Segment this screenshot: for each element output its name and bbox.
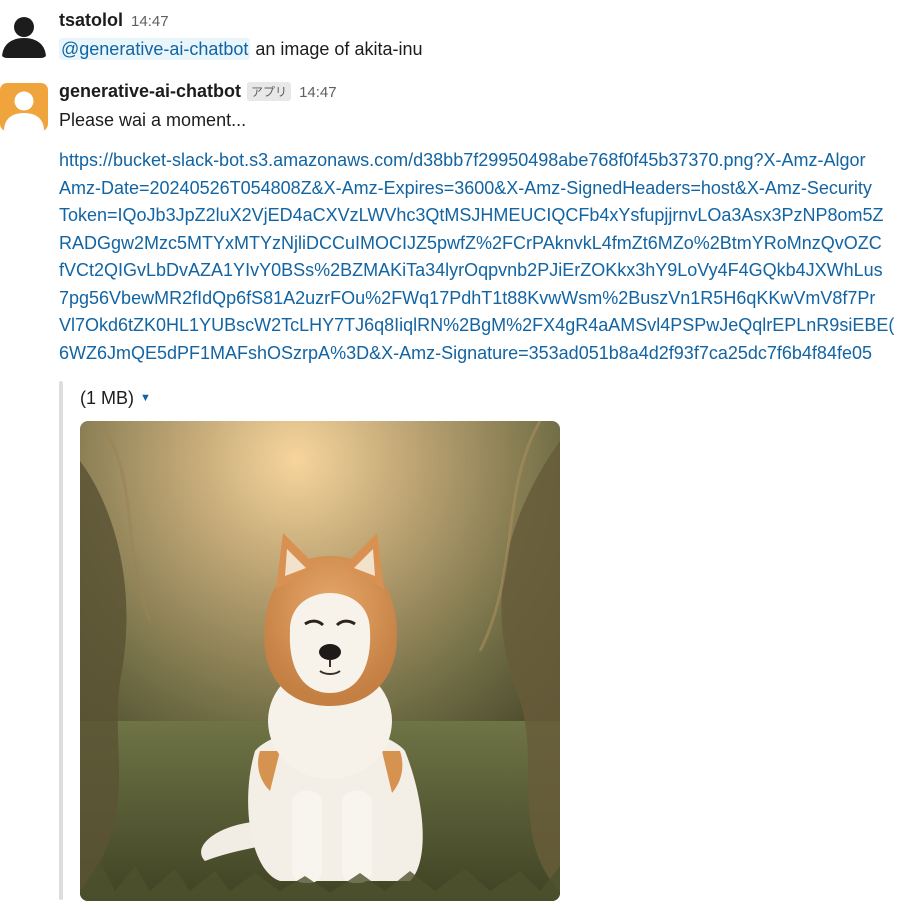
timestamp[interactable]: 14:47: [299, 84, 337, 101]
message-header: generative-ai-chatbot アプリ 14:47: [59, 81, 337, 102]
url-line[interactable]: 6WZ6JmQE5dPF1MAFshOSzrpA%3D&X-Amz-Signat…: [59, 340, 897, 368]
url-line[interactable]: Amz-Date=20240526T054808Z&X-Amz-Expires=…: [59, 175, 897, 203]
app-badge: アプリ: [247, 82, 292, 101]
message-text: Please wai a moment...: [59, 110, 247, 130]
url-line[interactable]: 7pg56VbewMR2fIdQp6fS81A2uzrFOu%2FWq17Pdh…: [59, 285, 897, 313]
message-text: @generative-ai-chatbot an image of akita…: [59, 36, 422, 62]
bot-avatar[interactable]: [0, 83, 48, 131]
attachment-image[interactable]: [80, 421, 560, 901]
author-name[interactable]: generative-ai-chatbot: [59, 81, 241, 102]
url-line[interactable]: RADGgw2Mzc5MTYxMTYzNjliDCCuIMOCIJZ5pwfZ%…: [59, 230, 897, 258]
person-silhouette-icon: [0, 10, 48, 58]
timestamp[interactable]: 14:47: [131, 13, 169, 30]
file-size-label: (1 MB): [80, 388, 134, 408]
caret-down-icon[interactable]: ▼: [140, 392, 151, 404]
url-line[interactable]: Token=IQoJb3JpZ2luX2VjED4aCXVzLWVhc3QtMS…: [59, 202, 897, 230]
message-body: an image of akita-inu: [250, 39, 423, 59]
mention-link[interactable]: @generative-ai-chatbot: [59, 38, 251, 60]
signed-url-link[interactable]: https://bucket-slack-bot.s3.amazonaws.co…: [59, 147, 897, 367]
message-header: tsatolol 14:47: [59, 10, 169, 31]
person-silhouette-icon: [0, 83, 48, 131]
message-user: tsatolol 14:47 @generative-ai-chatbot an…: [0, 0, 897, 70]
url-line[interactable]: https://bucket-slack-bot.s3.amazonaws.co…: [59, 147, 897, 175]
attachment-border: [59, 381, 63, 900]
url-line[interactable]: fVCt2QIGvLbDvAZA1YIvY0BSs%2BZMAKiTa34lyr…: [59, 257, 897, 285]
url-line[interactable]: Vl7Okd6tZK0HL1YUBscW2TcLHY7TJ6q8IiqlRN%2…: [59, 312, 897, 340]
akita-inu-image: [80, 421, 560, 901]
file-size-toggle[interactable]: (1 MB) ▼: [80, 388, 151, 409]
user-avatar[interactable]: [0, 10, 48, 58]
author-name[interactable]: tsatolol: [59, 10, 123, 31]
